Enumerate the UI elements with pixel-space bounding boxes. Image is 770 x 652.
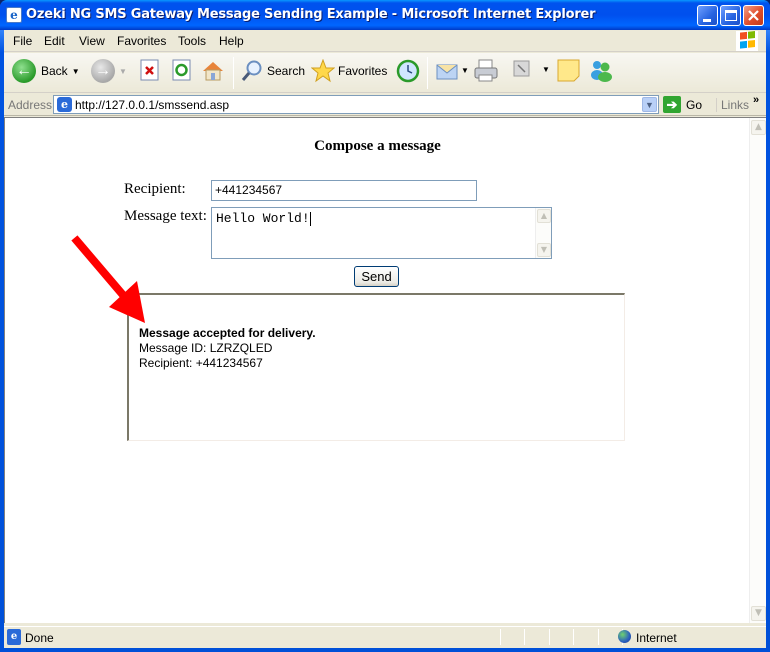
message-textarea[interactable]: Hello World! ▲ ▼ [211, 207, 552, 259]
history-button[interactable] [396, 59, 420, 83]
print-icon [474, 59, 498, 82]
page-ie-icon: e [57, 97, 72, 112]
forward-arrow-icon: → [91, 59, 115, 83]
forward-button[interactable]: → ▼ [91, 59, 127, 83]
message-text-label: Message text: [124, 208, 207, 224]
back-label: Back [41, 64, 68, 78]
textarea-scrollbar[interactable]: ▲ ▼ [535, 208, 551, 258]
mail-button[interactable]: ▼ [436, 59, 469, 81]
back-button[interactable]: ← Back ▼ [12, 59, 80, 83]
send-button[interactable]: Send [354, 266, 399, 287]
recipient-label: Recipient: [124, 181, 186, 197]
menu-tools[interactable]: Tools [178, 34, 206, 48]
browser-window: e Ozeki NG SMS Gateway Message Sending E… [0, 0, 770, 652]
maximize-button[interactable] [720, 5, 741, 26]
status-divider [598, 629, 599, 645]
standard-toolbar: ← Back ▼ → ▼ Search Favorites ▼ ▼ [4, 53, 766, 93]
address-dropdown-icon[interactable]: ▼ [642, 97, 657, 112]
status-divider [549, 629, 550, 645]
go-button[interactable]: ➔ Go [663, 96, 702, 113]
text-cursor [309, 211, 311, 226]
status-ie-icon: e [7, 629, 21, 645]
mail-icon [436, 64, 458, 80]
edit-page-icon [513, 60, 530, 77]
address-label: Address [8, 98, 53, 112]
result-recipient: Recipient: +441234567 [139, 356, 263, 370]
back-arrow-icon: ← [12, 59, 36, 83]
messenger-icon [591, 61, 612, 82]
page-scrollbar[interactable]: ▲ ▼ [749, 118, 766, 623]
address-input[interactable]: e http://127.0.0.1/smssend.asp ▼ [53, 95, 659, 114]
home-button[interactable] [201, 59, 225, 83]
result-message-id: Message ID: LZRZQLED [139, 341, 273, 355]
status-text: Done [25, 631, 54, 645]
result-panel: Message accepted for delivery. Message I… [127, 293, 625, 441]
toolbar-separator [427, 57, 428, 89]
minimize-button[interactable] [697, 5, 718, 26]
result-status: Message accepted for delivery. [139, 326, 316, 340]
forward-dropdown-icon: ▼ [119, 66, 127, 76]
print-button[interactable] [473, 59, 499, 83]
home-icon [203, 62, 223, 81]
browser-client: File Edit View Favorites Tools Help ← Ba… [4, 30, 766, 648]
status-bar: e Done Internet [4, 626, 766, 646]
toolbar-separator [233, 57, 234, 89]
status-divider [573, 629, 574, 645]
menu-view[interactable]: View [79, 34, 105, 48]
links-chevron-icon[interactable]: » [753, 94, 759, 106]
go-label: Go [686, 97, 703, 112]
ie-app-icon: e [6, 7, 22, 23]
menu-bar: File Edit View Favorites Tools Help [4, 30, 766, 52]
refresh-icon [172, 59, 191, 81]
title-bar[interactable]: e Ozeki NG SMS Gateway Message Sending E… [0, 0, 770, 30]
close-icon [748, 10, 759, 21]
close-button[interactable] [743, 5, 764, 26]
page-scroll-down-icon[interactable]: ▼ [751, 606, 766, 621]
message-text-value: Hello World! [216, 211, 310, 226]
search-button[interactable]: Search [240, 59, 305, 83]
edit-button[interactable]: ▼ [512, 59, 550, 79]
status-divider [524, 629, 525, 645]
go-arrow-icon: ➔ [663, 96, 681, 113]
menu-file[interactable]: File [13, 34, 32, 48]
address-bar: Address e http://127.0.0.1/smssend.asp ▼… [4, 94, 766, 116]
refresh-button[interactable] [172, 59, 192, 81]
red-arrow-annotation-icon [71, 235, 145, 323]
internet-globe-icon [618, 630, 631, 643]
page-viewport: Compose a message Recipient: +441234567 … [4, 117, 766, 623]
window-title: Ozeki NG SMS Gateway Message Sending Exa… [26, 7, 596, 22]
page-scroll-up-icon[interactable]: ▲ [751, 120, 766, 135]
history-icon [396, 59, 420, 83]
mail-dropdown-icon[interactable]: ▼ [461, 66, 469, 75]
discuss-button[interactable] [557, 59, 581, 83]
stop-button[interactable] [140, 59, 160, 81]
back-dropdown-icon[interactable]: ▼ [72, 67, 80, 76]
links-button[interactable]: Links [716, 98, 749, 112]
scroll-down-icon[interactable]: ▼ [537, 243, 551, 257]
stop-icon [140, 59, 159, 81]
favorites-button[interactable]: Favorites [311, 59, 387, 83]
address-url: http://127.0.0.1/smssend.asp [75, 98, 230, 112]
search-icon [241, 60, 262, 81]
menu-edit[interactable]: Edit [44, 34, 65, 48]
windows-logo-icon [736, 31, 758, 51]
security-zone: Internet [636, 631, 677, 645]
recipient-input[interactable]: +441234567 [211, 180, 477, 201]
notes-icon [557, 59, 580, 82]
page-title: Compose a message [314, 138, 441, 154]
menu-favorites[interactable]: Favorites [117, 34, 166, 48]
scroll-up-icon[interactable]: ▲ [537, 209, 551, 223]
favorites-label: Favorites [338, 64, 388, 78]
messenger-button[interactable] [588, 59, 614, 83]
status-divider [500, 629, 501, 645]
menu-help[interactable]: Help [219, 34, 244, 48]
search-label: Search [267, 64, 306, 78]
favorites-star-icon [311, 59, 335, 83]
edit-dropdown-icon[interactable]: ▼ [542, 65, 550, 74]
